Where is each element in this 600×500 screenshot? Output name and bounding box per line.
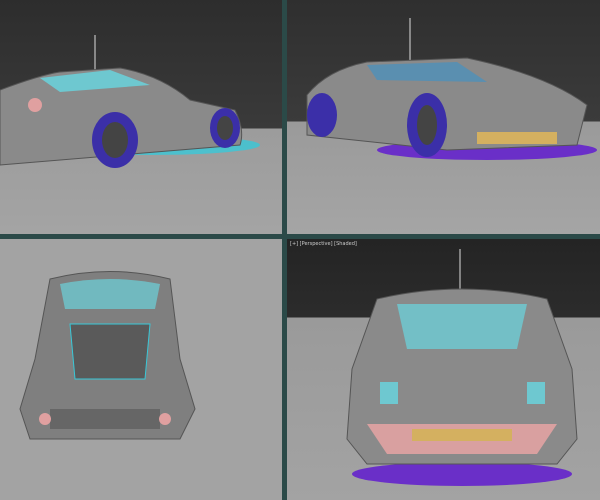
car-wireframe-front-view bbox=[346, 249, 578, 486]
viewport-bottom-left[interactable] bbox=[0, 239, 282, 500]
car-wireframe-top-view bbox=[19, 271, 196, 440]
viewport-bottom-right[interactable]: [+] [Perspective] [Shaded] bbox=[287, 239, 600, 500]
car-wireframe-rear-three-quarter bbox=[0, 35, 260, 168]
viewport-top-right[interactable] bbox=[287, 0, 600, 234]
viewport-top-left[interactable] bbox=[0, 0, 282, 234]
car-wireframe-front-three-quarter bbox=[306, 18, 597, 160]
